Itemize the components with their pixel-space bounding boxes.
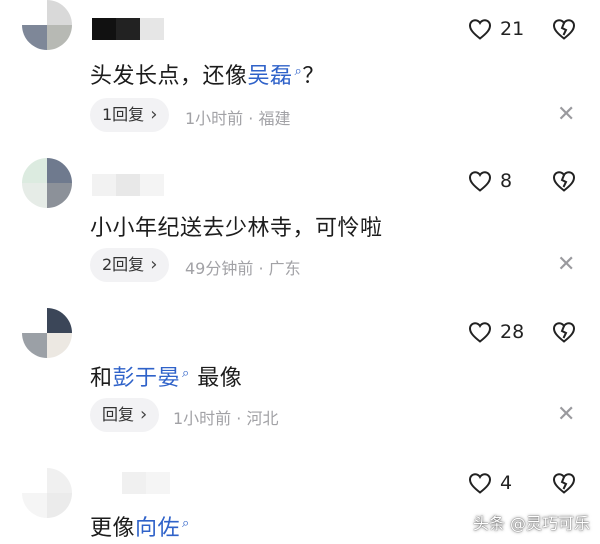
- comment-meta: 49分钟前 · 广东: [185, 259, 301, 278]
- like-count: 28: [500, 321, 525, 343]
- avatar[interactable]: [22, 0, 72, 50]
- broken-heart-icon: [552, 322, 576, 343]
- like-count: 21: [500, 18, 525, 40]
- comment-item: 和彭于晏 ⌕ 最像 回复 › 1小时前 · 河北 28 ✕: [0, 300, 600, 450]
- like-count: 8: [500, 170, 513, 192]
- like-button[interactable]: 28: [468, 321, 524, 343]
- like-count: 4: [500, 472, 513, 494]
- close-icon[interactable]: ✕: [557, 104, 575, 126]
- chevron-right-icon: ›: [150, 254, 158, 275]
- watermark: 头条 @灵巧可乐: [472, 514, 590, 533]
- search-icon[interactable]: ⌕: [182, 516, 190, 531]
- close-icon[interactable]: ✕: [557, 404, 575, 426]
- close-icon[interactable]: ✕: [557, 254, 575, 276]
- comment-meta: 1小时前 · 福建: [185, 109, 291, 128]
- comment-text: 更像向佐 ⌕: [90, 515, 190, 541]
- heart-outline-icon: [468, 19, 492, 40]
- broken-heart-icon: [552, 473, 576, 494]
- broken-heart-icon: [552, 171, 576, 192]
- reply-button[interactable]: 回复 ›: [90, 398, 160, 432]
- mention-link[interactable]: 彭于晏: [113, 366, 181, 391]
- heart-outline-icon: [468, 473, 492, 494]
- comment-text: 头发长点，还像吴磊 ⌕？: [90, 63, 325, 89]
- like-button[interactable]: 8: [468, 170, 512, 192]
- like-button[interactable]: 21: [468, 18, 524, 40]
- username-redacted[interactable]: [92, 472, 170, 494]
- like-button[interactable]: 4: [468, 472, 512, 494]
- chevron-right-icon: ›: [140, 404, 148, 425]
- reply-button[interactable]: 1回复 ›: [90, 98, 170, 132]
- mention-link[interactable]: 向佐: [135, 516, 180, 541]
- dislike-button[interactable]: [551, 321, 577, 347]
- username-redacted[interactable]: [92, 174, 164, 196]
- dislike-button[interactable]: [551, 170, 577, 196]
- comment-item: 头发长点，还像吴磊 ⌕？ 1回复 › 1小时前 · 福建 21 ✕: [0, 0, 600, 150]
- avatar[interactable]: [22, 308, 72, 358]
- heart-outline-icon: [468, 171, 492, 192]
- comment-item: 小小年纪送去少林寺，可怜啦 2回复 › 49分钟前 · 广东 8 ✕: [0, 150, 600, 300]
- reply-button[interactable]: 2回复 ›: [90, 248, 170, 282]
- search-icon[interactable]: ⌕: [182, 366, 190, 381]
- avatar[interactable]: [22, 158, 72, 208]
- avatar[interactable]: [22, 468, 72, 518]
- comment-text: 和彭于晏 ⌕ 最像: [90, 365, 243, 391]
- broken-heart-icon: [552, 19, 576, 40]
- dislike-button[interactable]: [551, 18, 577, 44]
- comment-meta: 1小时前 · 河北: [173, 409, 279, 428]
- comment-text: 小小年纪送去少林寺，可怜啦: [90, 216, 383, 241]
- dislike-button[interactable]: [551, 472, 577, 498]
- mention-link[interactable]: 吴磊: [248, 64, 293, 89]
- chevron-right-icon: ›: [150, 104, 158, 125]
- heart-outline-icon: [468, 322, 492, 343]
- username-redacted[interactable]: [92, 18, 164, 40]
